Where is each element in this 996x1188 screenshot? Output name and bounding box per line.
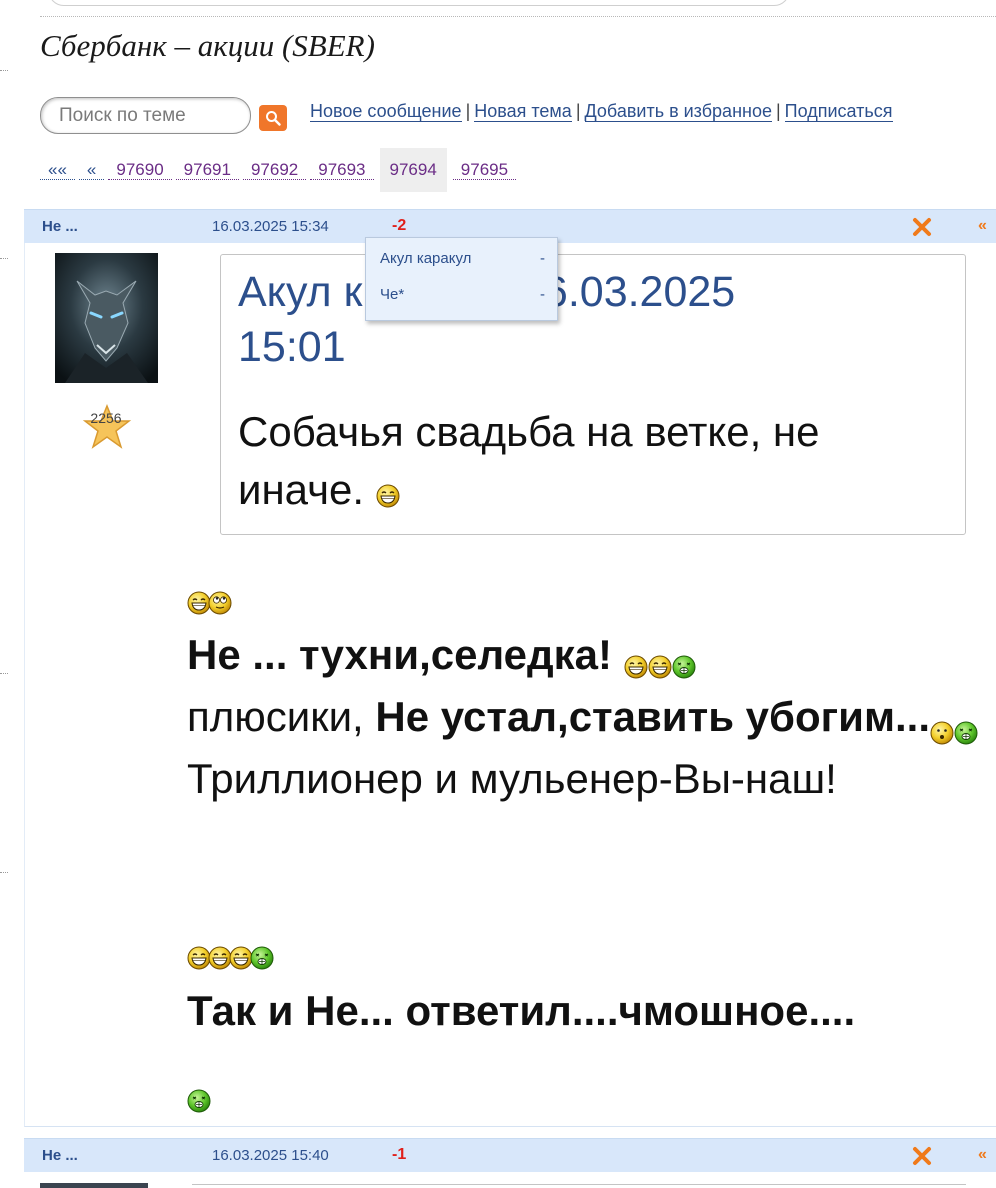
topic-actions: Новое сообщение | Новая тема | Добавить в из… [310,101,893,122]
close-x-icon[interactable] [910,1144,934,1168]
message-text: Так и Не... ответил....чмошное.... [187,980,987,1042]
voter-vote: - [540,250,545,267]
close-x-icon[interactable] [910,215,934,239]
first-page-link[interactable]: «« [40,160,75,180]
post-author-link[interactable]: Не ... [42,1147,78,1164]
smiley-row [187,591,229,621]
quote-header: Акул к@ 16.03.202515:01 [238,265,928,375]
page-title: Сбербанк – акции (SBER) [40,28,375,63]
page-link[interactable]: 97690 [108,160,172,180]
quote-time: 15:01 [238,323,346,371]
search-button[interactable] [259,105,287,131]
message-line-normal: Триллионер и мульенер-Вы-наш! [187,755,837,802]
voter-row: Че* - [380,286,545,303]
smiley-row [187,1089,208,1119]
message-line-normal: плюсики, [187,693,376,740]
subscribe-link[interactable]: Подписаться [784,101,893,122]
laugh-smiley-icon [624,655,648,679]
quote-text-content: Собачья свадьба на ветке, не иначе. [238,408,820,513]
avatar[interactable] [55,253,158,383]
smiley-row [187,946,271,976]
post-rating[interactable]: -1 [392,1146,406,1164]
edge-marker [0,258,8,259]
page-link[interactable]: 97693 [310,160,374,180]
post-header: Не ... 16.03.2025 15:40 -1 « [24,1138,996,1172]
top-search-remnant [48,0,790,6]
prev-page-link[interactable]: « [78,160,105,180]
laugh-smiley-icon [376,484,400,508]
laugh-smiley-icon [648,655,672,679]
pagination: «« « 97690 97691 97692 97693 97694 97695 [40,148,520,192]
rolling-eyes-smiley-icon [208,591,232,615]
quote-author-link[interactable]: Акул к [238,268,362,316]
add-favorite-link[interactable]: Добавить в избранное [584,101,772,122]
search-icon [266,111,281,126]
edge-marker [0,673,8,674]
quote-text: Собачья свадьба на ветке, не иначе. [238,403,938,519]
message-line-bold: Не устал,ставить убогим... [375,693,931,740]
message-text: Не ... тухни,селедка! плюсики, Не устал,… [187,624,987,810]
sick-smiley-icon [954,721,978,745]
new-message-link[interactable]: Новое сообщение [310,101,462,122]
separator: | [575,101,581,121]
user-rank-number: 2256 [90,410,122,426]
sick-smiley-icon [672,655,696,679]
post-author-link[interactable]: Не ... [42,218,78,235]
new-topic-link[interactable]: Новая тема [474,101,572,122]
post-date: 16.03.2025 15:40 [212,1147,329,1164]
page-link[interactable]: 97691 [175,160,239,180]
sick-smiley-icon [250,946,274,970]
edge-marker [0,872,8,873]
current-page: 97694 [379,148,447,192]
hmm-smiley-icon [930,721,954,745]
quote-block [192,1184,966,1188]
voter-row: Акул каракул - [380,250,545,267]
voter-name-link[interactable]: Акул каракул [380,250,471,267]
quote-reply-link[interactable]: « [978,217,987,235]
edge-marker [0,70,8,71]
rating-voters-popup: Акул каракул - Че* - [365,237,558,321]
avatar[interactable] [40,1183,148,1188]
separator: | [465,101,471,121]
sick-smiley-icon [187,1089,211,1113]
post-date: 16.03.2025 15:34 [212,218,329,235]
search-input-wrapper[interactable] [40,97,251,134]
voter-name-link[interactable]: Че* [380,286,404,303]
divider [40,16,996,17]
page-link[interactable]: 97695 [452,160,517,180]
post-rating[interactable]: -2 [392,217,406,235]
page-link[interactable]: 97692 [242,160,307,180]
separator: | [775,101,781,121]
message-line-bold: Так и Не... ответил....чмошное.... [187,987,856,1034]
search-input[interactable] [41,98,250,133]
voter-vote: - [540,286,545,303]
quote-reply-link[interactable]: « [978,1146,987,1164]
message-line-bold: Не ... тухни,селедка! [187,631,612,678]
wolf-avatar-image [55,253,158,383]
